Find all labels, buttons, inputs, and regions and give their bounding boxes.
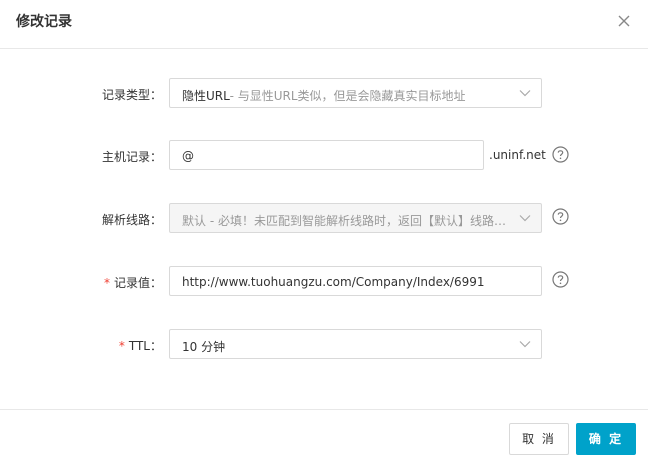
edit-record-dialog: 修改记录 记录类型： 隐性URL- 与显性URL类似，但是会隐藏真实目标地址 主… [0,0,648,465]
chevron-down-icon [519,341,531,348]
line-label: 解析线路： [101,213,162,227]
dialog-header: 修改记录 [0,0,648,49]
record-value-input[interactable]: http://www.tuohuangzu.com/Company/Index/… [169,266,542,296]
line-value: 默认 [182,214,207,228]
cancel-button[interactable]: 取 消 [509,423,569,455]
host-record-input[interactable]: @ [169,140,484,170]
line-row: 解析线路： 默认 - 必填！未匹配到智能解析线路时，返回【默认】线路… [0,203,648,235]
close-icon[interactable] [616,13,632,29]
dialog-footer: 取 消 确 定 [0,409,648,466]
line-select[interactable]: 默认 - 必填！未匹配到智能解析线路时，返回【默认】线路… [169,203,542,233]
ttl-label: * TTL： [118,339,162,353]
host-record-label: 主机记录： [101,150,162,164]
record-type-desc: - 与显性URL类似，但是会隐藏真实目标地址 [229,89,466,103]
host-record-value: @ [182,149,194,163]
record-value-row: * 记录值： http://www.tuohuangzu.com/Company/… [0,266,648,298]
required-mark: * [103,276,110,290]
ttl-value: 10 分钟 [182,340,226,354]
record-type-row: 记录类型： 隐性URL- 与显性URL类似，但是会隐藏真实目标地址 [0,78,648,110]
record-type-select[interactable]: 隐性URL- 与显性URL类似，但是会隐藏真实目标地址 [169,78,542,108]
record-value-label: * 记录值： [103,276,162,290]
record-type-value: 隐性URL [182,89,230,103]
required-mark: * [118,339,125,353]
host-record-row: 主机记录： @ .uninf.net [0,140,648,172]
help-icon[interactable] [552,146,569,163]
ttl-row: * TTL： 10 分钟 [0,329,648,361]
line-desc: - 必填！未匹配到智能解析线路时，返回【默认】线路… [206,214,506,228]
dialog-title: 修改记录 [16,14,72,30]
help-icon[interactable] [552,271,569,288]
confirm-button[interactable]: 确 定 [576,423,636,455]
record-value-text: http://www.tuohuangzu.com/Company/Index/… [182,275,485,289]
chevron-down-icon [519,90,531,97]
help-icon[interactable] [552,208,569,225]
ttl-select[interactable]: 10 分钟 [169,329,542,359]
chevron-down-icon [519,215,531,222]
record-type-label: 记录类型： [101,88,162,102]
domain-suffix: .uninf.net [489,148,546,162]
